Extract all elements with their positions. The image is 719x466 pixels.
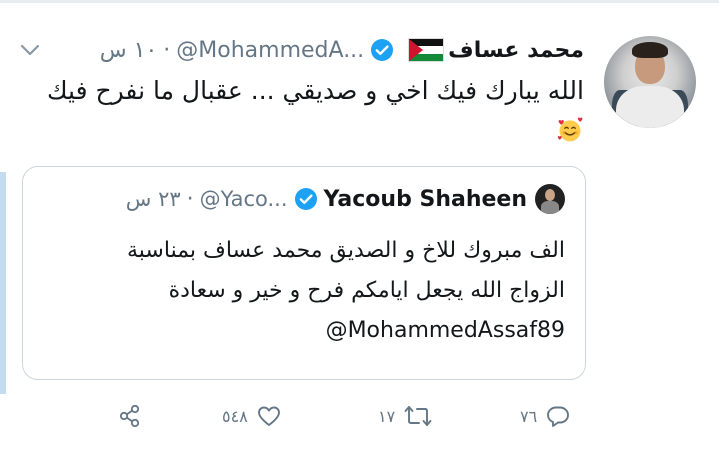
quoted-mention-link[interactable]: @MohammedAssaf89	[326, 318, 565, 343]
quoted-author-name: Yacoub Shaheen	[323, 186, 528, 212]
separator-dot: ·	[163, 37, 171, 63]
quoted-text-line1: الف مبروك للاخ و الصديق محمد عساف بمناسب…	[127, 238, 565, 263]
tweet-actions-bar: ٥٤٨ ١٧ ٧٦	[0, 398, 719, 434]
share-button[interactable]	[116, 398, 142, 434]
tweet-header: ١٠ س · @MohammedA... محمد عساف	[100, 32, 584, 68]
smiling-face-with-hearts-icon	[557, 117, 583, 142]
quoted-tweet-body: الف مبروك للاخ و الصديق محمد عساف بمناسب…	[45, 231, 565, 351]
heart-icon	[257, 406, 280, 426]
retweet-button[interactable]: ١٧	[378, 398, 433, 434]
author-avatar[interactable]	[604, 36, 696, 128]
quoted-tweet-card[interactable]: ٢٣ س · @Yaco... Yacoub Shaheen الف مبروك…	[22, 166, 586, 380]
tweet-time[interactable]: ١٠ س	[100, 38, 158, 63]
quoted-author-avatar	[535, 184, 565, 214]
quoted-text-line2: الزواج الله يجعل ايامكم فرح و خير و سعاد…	[168, 278, 565, 303]
reply-count: ٧٦	[520, 406, 538, 426]
reply-icon	[547, 406, 570, 427]
verified-badge-icon	[371, 39, 394, 61]
retweet-count: ١٧	[378, 406, 396, 426]
like-count: ٥٤٨	[222, 406, 248, 426]
like-button[interactable]: ٥٤٨	[222, 398, 282, 434]
chevron-down-icon[interactable]	[18, 38, 42, 62]
author-handle[interactable]: @MohammedA...	[176, 38, 364, 63]
tweet-body: الله يبارك فيك اخي و صديقي ... عقبال ما …	[14, 72, 584, 148]
author-name[interactable]: محمد عساف	[448, 38, 584, 63]
quoted-handle: @Yaco...	[199, 187, 288, 211]
quoted-tweet-header: ٢٣ س · @Yaco... Yacoub Shaheen	[126, 181, 565, 217]
thread-left-bar	[0, 172, 6, 394]
quoted-time: ٢٣ س	[125, 187, 181, 211]
tweet-text: الله يبارك فيك اخي و صديقي ... عقبال ما …	[46, 76, 584, 105]
share-icon	[119, 404, 140, 428]
palestine-flag-icon	[408, 38, 445, 62]
top-divider	[0, 0, 719, 3]
reply-button[interactable]: ٧٦	[520, 398, 571, 434]
retweet-icon	[404, 406, 432, 426]
quoted-separator-dot: ·	[186, 186, 194, 212]
verified-badge-icon	[294, 188, 317, 210]
